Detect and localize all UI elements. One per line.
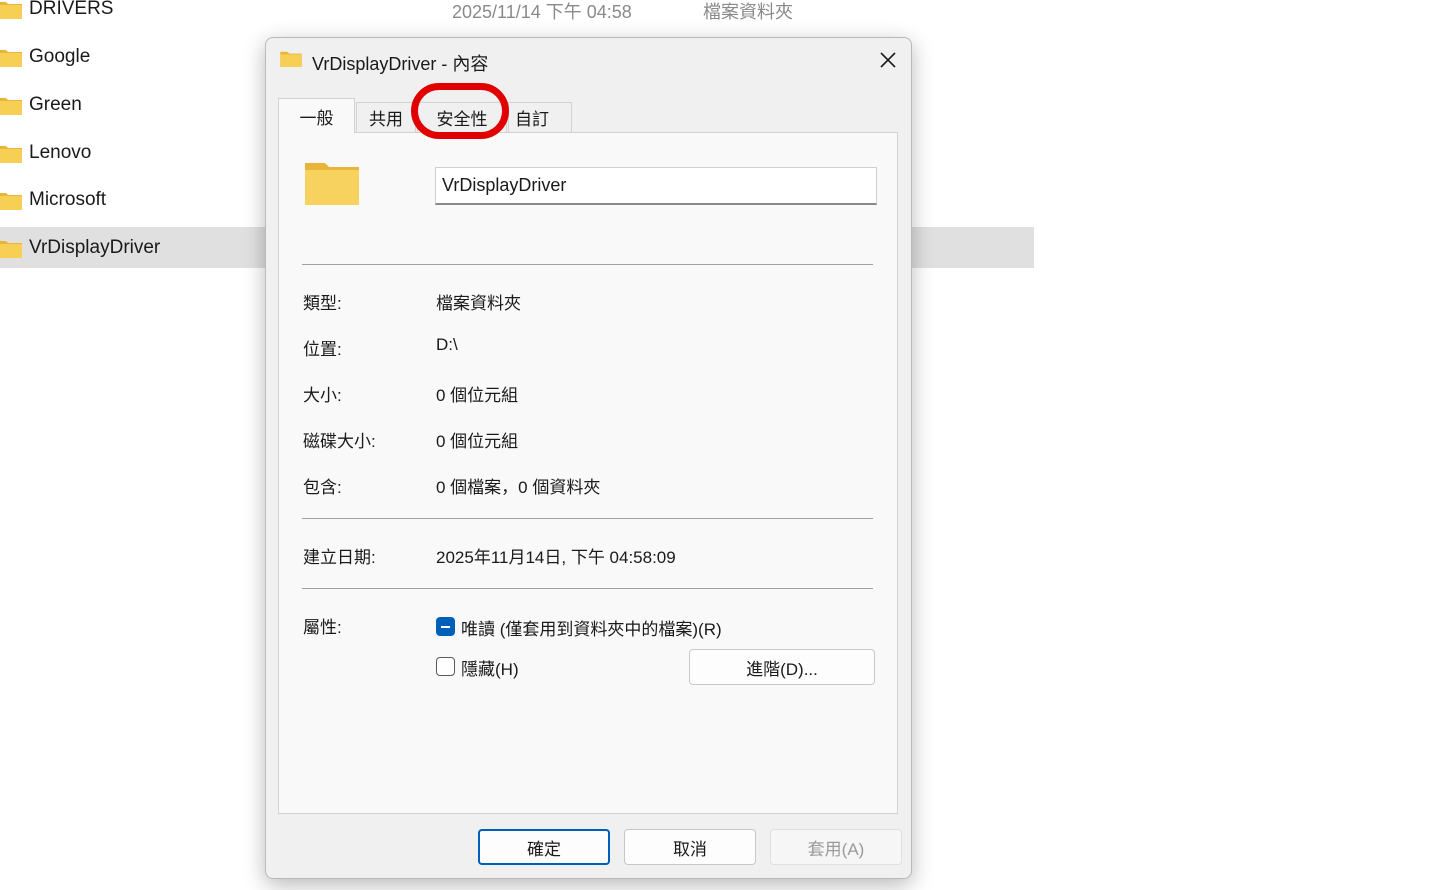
properties-dialog: VrDisplayDriver - 內容 一般 共用 安全性 自訂 類型: 檔案… [265,37,912,879]
type-label: 類型: [303,294,342,313]
file-name: Google [29,45,91,67]
folder-icon [0,96,22,115]
file-name: DRIVERS [29,0,114,19]
file-date: 2025/11/14 下午 04:58 [452,2,632,22]
divider [302,264,873,265]
size-value: 0 個位元組 [436,386,519,405]
folder-icon [0,239,22,258]
cancel-button[interactable]: 取消 [624,829,756,865]
created-label: 建立日期: [303,548,376,567]
contains-value: 0 個檔案，0 個資料夾 [436,478,601,497]
advanced-button[interactable]: 進階(D)... [689,649,875,685]
disk-size-value: 0 個位元組 [436,432,519,451]
close-button[interactable] [871,44,905,76]
dialog-titlebar[interactable]: VrDisplayDriver - 內容 [266,38,911,82]
ok-button[interactable]: 確定 [478,829,610,865]
folder-icon [0,0,22,19]
type-value: 檔案資料夾 [436,294,521,313]
folder-name-input[interactable] [435,167,877,205]
file-type: 檔案資料夾 [703,2,793,22]
general-tab-panel: 類型: 檔案資料夾 位置: D:\ 大小: 0 個位元組 磁碟大小: 0 個位元… [278,132,898,814]
tab-sharing[interactable]: 共用 [356,102,416,132]
readonly-label[interactable]: 唯讀 (僅套用到資料夾中的檔案)(R) [461,615,722,640]
tab-custom[interactable]: 自訂 [508,102,572,132]
dialog-title: VrDisplayDriver - 內容 [312,54,489,74]
readonly-checkbox[interactable] [436,617,455,636]
apply-button[interactable]: 套用(A) [770,829,902,865]
close-icon [880,52,896,68]
tab-security[interactable]: 安全性 [417,102,507,132]
hidden-checkbox[interactable] [436,657,455,676]
divider [302,518,873,519]
disk-size-label: 磁碟大小: [303,432,376,451]
location-value: D:\ [436,335,458,354]
attributes-label: 屬性: [303,618,342,637]
size-label: 大小: [303,386,342,405]
file-name: VrDisplayDriver [29,236,161,258]
file-name: Lenovo [29,141,92,163]
created-value: 2025年11月14日, 下午 04:58:09 [436,548,676,567]
file-name: Microsoft [29,188,107,210]
divider [302,588,873,589]
location-label: 位置: [303,340,342,359]
folder-icon [280,50,302,68]
folder-icon [0,144,22,163]
folder-icon [0,191,22,210]
hidden-label[interactable]: 隱藏(H) [461,655,519,680]
folder-icon [0,48,22,67]
file-name: Green [29,93,82,115]
tab-general[interactable]: 一般 [278,98,355,133]
contains-label: 包含: [303,478,342,497]
large-folder-icon [305,161,359,210]
